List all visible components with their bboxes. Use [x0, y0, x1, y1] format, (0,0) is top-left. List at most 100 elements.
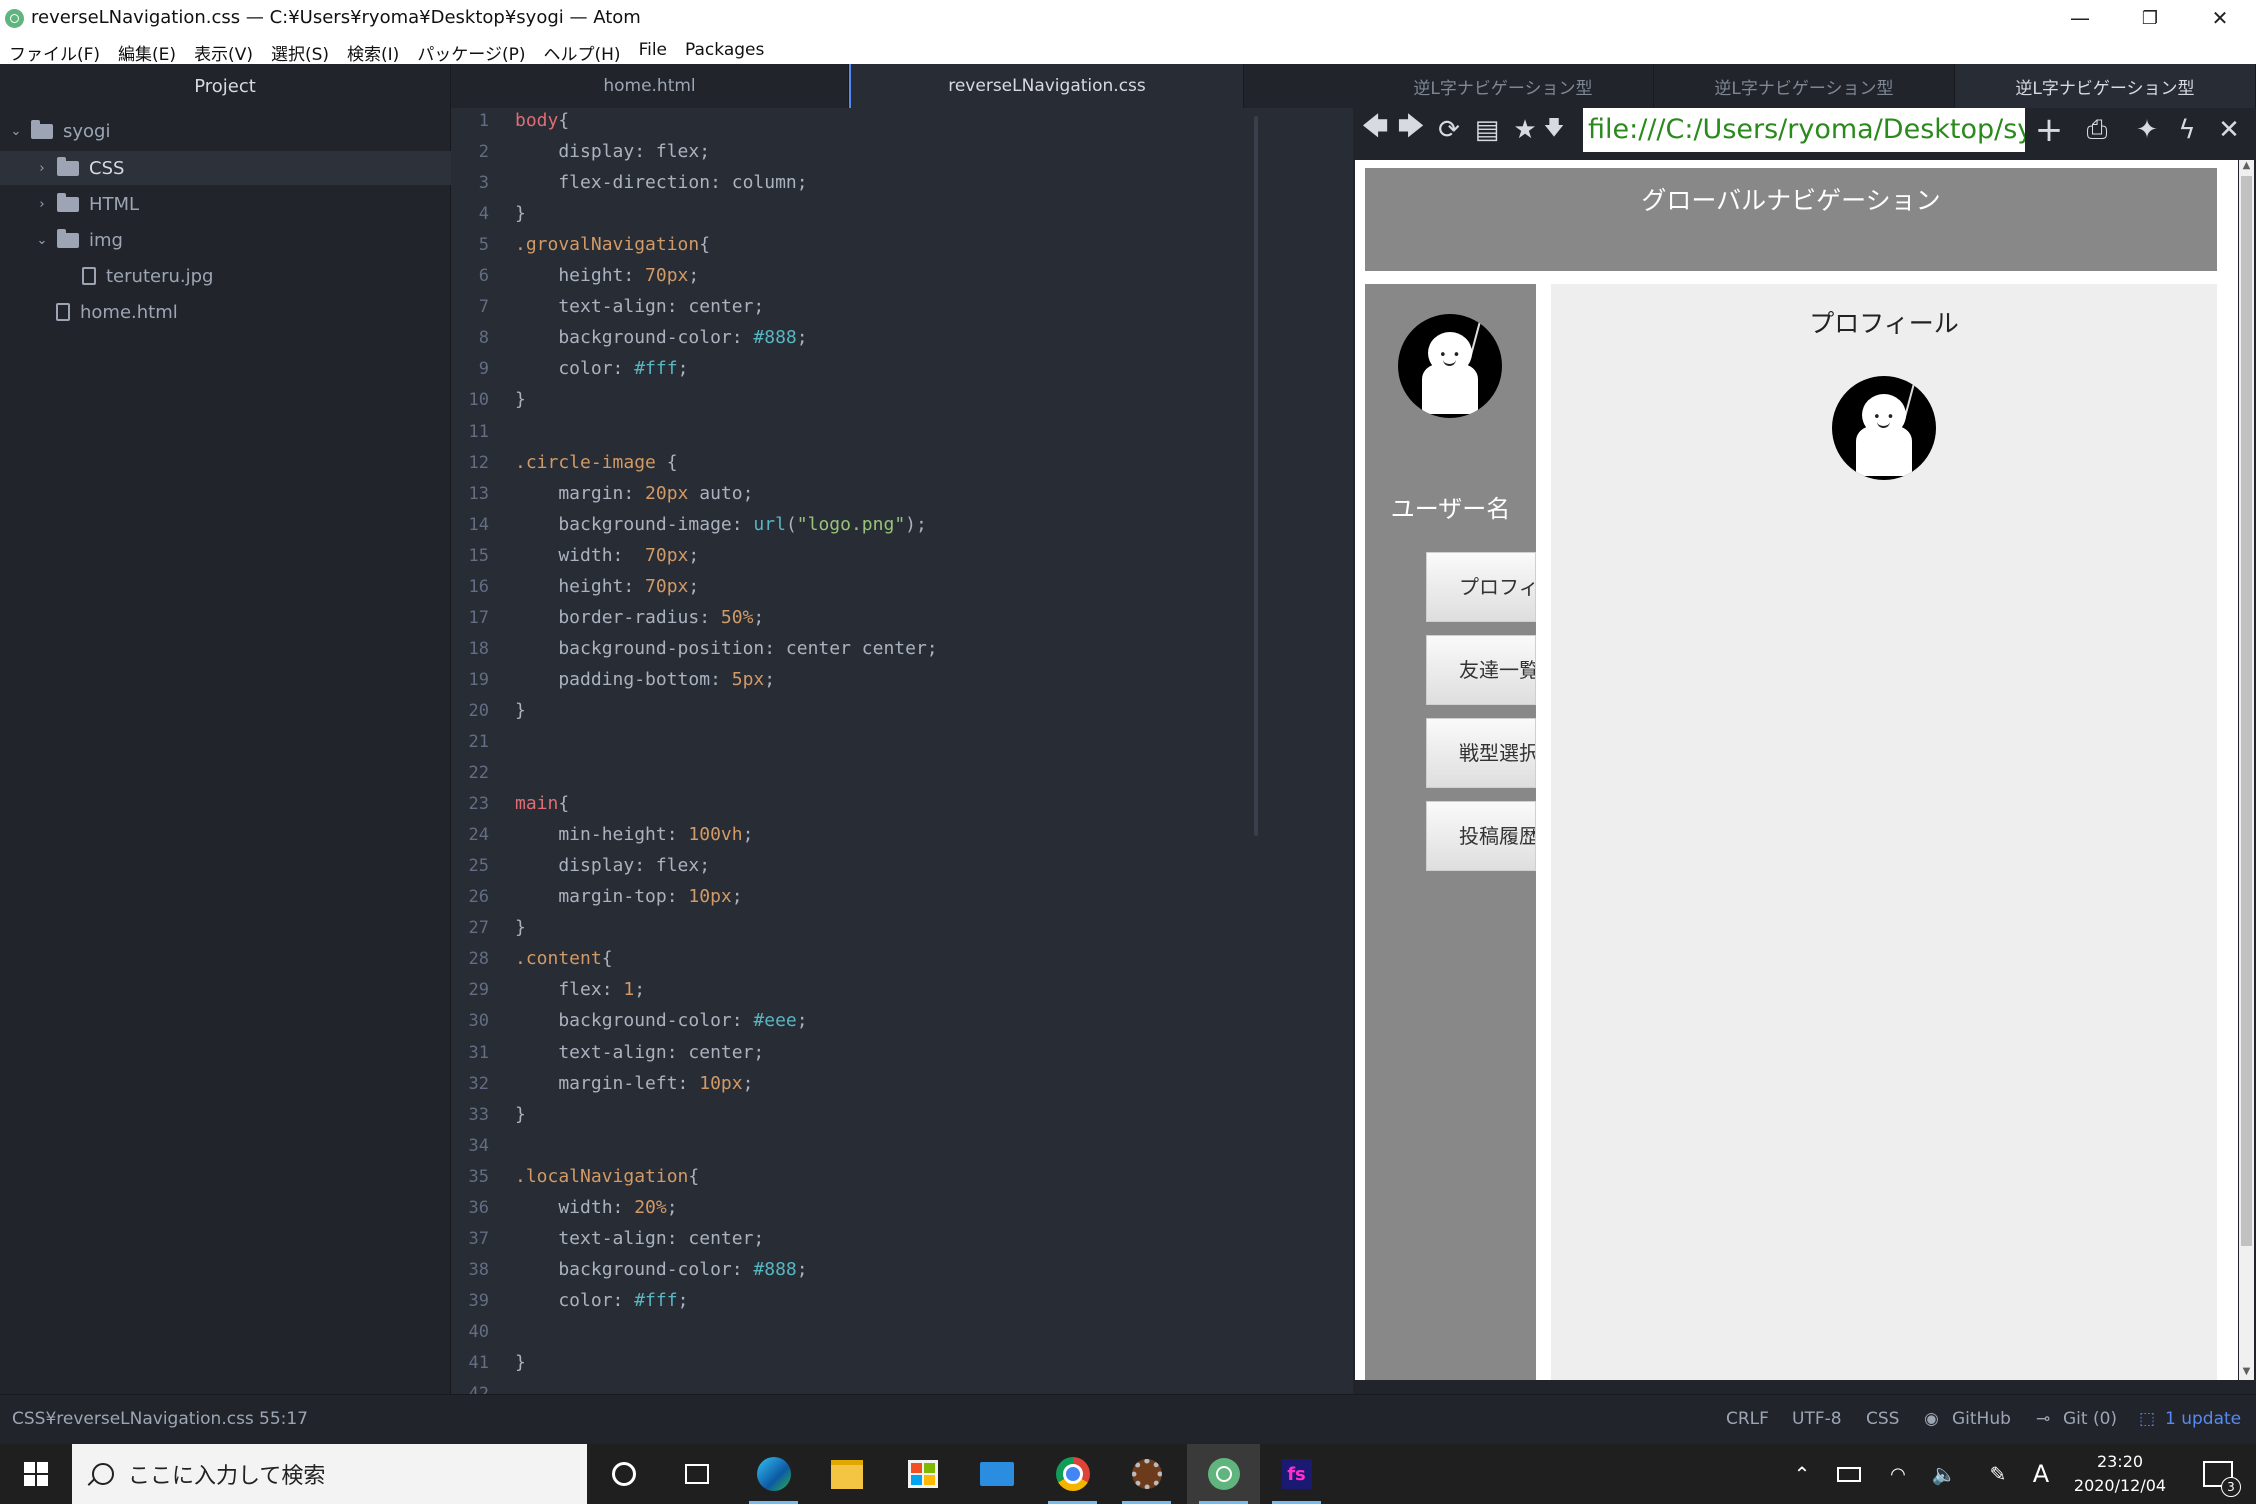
wifi-icon[interactable]: ◠: [1878, 1444, 1918, 1504]
menu-selection[interactable]: 選択(S): [262, 36, 338, 65]
restore-button[interactable]: ❐: [2115, 0, 2185, 36]
tree-item-css-folder[interactable]: › CSS: [0, 151, 485, 185]
code-line[interactable]: main{: [515, 793, 569, 814]
scroll-up-icon[interactable]: ▲: [2241, 160, 2252, 174]
ime-indicator[interactable]: A: [2024, 1444, 2058, 1504]
menu-find[interactable]: 検索(I): [338, 36, 408, 65]
forward-arrow-icon[interactable]: 🡆: [1391, 110, 1431, 150]
code-line[interactable]: display: flex;: [515, 855, 710, 876]
nav-button-friends[interactable]: 友達一覧: [1426, 635, 1536, 705]
code-line[interactable]: text-align: center;: [515, 296, 764, 317]
tree-root-folder[interactable]: ⌄ syogi: [0, 114, 459, 148]
code-line[interactable]: }: [515, 1104, 526, 1125]
scroll-down-icon[interactable]: ▼: [2241, 1366, 2252, 1380]
code-line[interactable]: margin-left: 10px;: [515, 1073, 753, 1094]
tree-item-html-folder[interactable]: › HTML: [0, 187, 485, 221]
code-line[interactable]: }: [515, 917, 526, 938]
scroll-thumb[interactable]: [2241, 176, 2252, 1246]
code-line[interactable]: height: 70px;: [515, 265, 699, 286]
code-line[interactable]: height: 70px;: [515, 576, 699, 597]
store-icon[interactable]: [886, 1444, 959, 1504]
code-line[interactable]: margin-top: 10px;: [515, 886, 742, 907]
close-button[interactable]: ✕: [2185, 0, 2255, 36]
preview-tab-2[interactable]: 逆L字ナビゲーション型: [1654, 64, 1955, 108]
battery-icon[interactable]: [1830, 1444, 1868, 1504]
arrow-down-icon[interactable]: 🡇: [1539, 110, 1569, 150]
edge-icon[interactable]: [737, 1444, 810, 1504]
nav-button-strategy[interactable]: 戦型選択: [1426, 718, 1536, 788]
menu-view[interactable]: 表示(V): [185, 36, 262, 65]
status-update[interactable]: 1 update: [2165, 1409, 2241, 1429]
code-line[interactable]: border-radius: 50%;: [515, 607, 764, 628]
code-line[interactable]: }: [515, 700, 526, 721]
cortana-icon[interactable]: [587, 1444, 660, 1504]
preview-tab-1[interactable]: 逆L字ナビゲーション型: [1353, 64, 1654, 108]
code-line[interactable]: width: 70px;: [515, 545, 699, 566]
code-line[interactable]: width: 20%;: [515, 1197, 677, 1218]
file-explorer-icon[interactable]: [810, 1444, 883, 1504]
git-icon[interactable]: ⊸: [2036, 1409, 2050, 1429]
notification-center-button[interactable]: 3: [2190, 1444, 2246, 1504]
pen-icon[interactable]: ✎: [1980, 1444, 2016, 1504]
code-line[interactable]: background-color: #eee;: [515, 1010, 807, 1031]
tools-icon[interactable]: ✕: [2209, 110, 2249, 150]
back-arrow-icon[interactable]: 🡄: [1355, 110, 1395, 150]
task-view-icon[interactable]: [660, 1444, 733, 1504]
code-line[interactable]: color: #fff;: [515, 1290, 688, 1311]
package-icon[interactable]: ⬚: [2139, 1409, 2155, 1429]
code-line[interactable]: body{: [515, 110, 569, 131]
new-tab-plus-icon[interactable]: +: [2029, 110, 2069, 150]
url-bar[interactable]: file:///C:/Users/ryoma/Desktop/syogi/HTM…: [1583, 108, 2025, 152]
menu-packages-jp[interactable]: パッケージ(P): [408, 36, 534, 65]
chrome-icon[interactable]: [1036, 1444, 1109, 1504]
atom-taskbar-icon[interactable]: [1187, 1444, 1260, 1504]
code-line[interactable]: flex-direction: column;: [515, 172, 807, 193]
minimize-button[interactable]: —: [2045, 0, 2115, 36]
menu-file-jp[interactable]: ファイル(F): [0, 36, 109, 65]
status-git[interactable]: Git (0): [2063, 1409, 2117, 1429]
code-line[interactable]: .circle-image {: [515, 452, 678, 473]
reader-icon[interactable]: ▤: [1467, 110, 1507, 150]
tree-item-home-html[interactable]: home.html: [0, 295, 506, 329]
preview-scrollbar[interactable]: ▲ ▼: [2239, 160, 2254, 1380]
tree-item-img-folder[interactable]: ⌄ img: [0, 223, 485, 257]
print-icon[interactable]: ⎙: [2077, 110, 2117, 150]
status-line-ending[interactable]: CRLF: [1726, 1409, 1769, 1429]
status-github[interactable]: GitHub: [1952, 1409, 2011, 1429]
code-line[interactable]: color: #fff;: [515, 358, 688, 379]
status-cursor-position[interactable]: 55:17: [259, 1409, 308, 1429]
start-button[interactable]: [0, 1444, 72, 1504]
volume-icon[interactable]: 🔈: [1924, 1444, 1964, 1504]
code-line[interactable]: margin: 20px auto;: [515, 483, 753, 504]
menu-file[interactable]: File: [630, 36, 676, 64]
code-line[interactable]: background-color: #888;: [515, 1259, 807, 1280]
code-line[interactable]: .content{: [515, 948, 613, 969]
status-file-path[interactable]: CSS¥reverseLNavigation.css: [12, 1409, 254, 1429]
code-line[interactable]: text-align: center;: [515, 1228, 764, 1249]
status-encoding[interactable]: UTF-8: [1792, 1409, 1842, 1429]
preview-tab-3[interactable]: 逆L字ナビゲーション型: [1955, 64, 2256, 108]
gear-app-icon[interactable]: [1110, 1444, 1183, 1504]
code-line[interactable]: }: [515, 389, 526, 410]
code-line[interactable]: text-align: center;: [515, 1042, 764, 1063]
refresh-icon[interactable]: ⟳: [1429, 110, 1469, 150]
menu-packages[interactable]: Packages: [676, 36, 773, 64]
clock[interactable]: 23:20 2020/12/04: [2062, 1450, 2178, 1498]
code-line[interactable]: .grovalNavigation{: [515, 234, 710, 255]
nav-button-profile[interactable]: プロフィール: [1426, 552, 1536, 622]
chevron-up-icon[interactable]: ⌃: [1785, 1444, 1819, 1504]
taskbar-search-box[interactable]: ここに入力して検索: [72, 1444, 587, 1504]
editor-scrollbar[interactable]: [1254, 116, 1258, 836]
mail-icon[interactable]: [960, 1444, 1033, 1504]
code-line[interactable]: background-image: url("logo.png");: [515, 514, 927, 535]
github-icon[interactable]: ◉: [1924, 1409, 1939, 1429]
code-line[interactable]: padding-bottom: 5px;: [515, 669, 775, 690]
pin-icon[interactable]: ✦: [2127, 110, 2167, 150]
code-line[interactable]: background-position: center center;: [515, 638, 937, 659]
menu-help[interactable]: ヘルプ(H): [535, 36, 630, 65]
code-editor[interactable]: 1 body{2 display: flex; 3 flex-direction: …: [451, 108, 1353, 1394]
menu-edit[interactable]: 編集(E): [109, 36, 185, 65]
lightning-icon[interactable]: ϟ: [2167, 110, 2207, 150]
tab-home-html[interactable]: home.html: [451, 64, 849, 108]
code-line[interactable]: flex: 1;: [515, 979, 645, 1000]
